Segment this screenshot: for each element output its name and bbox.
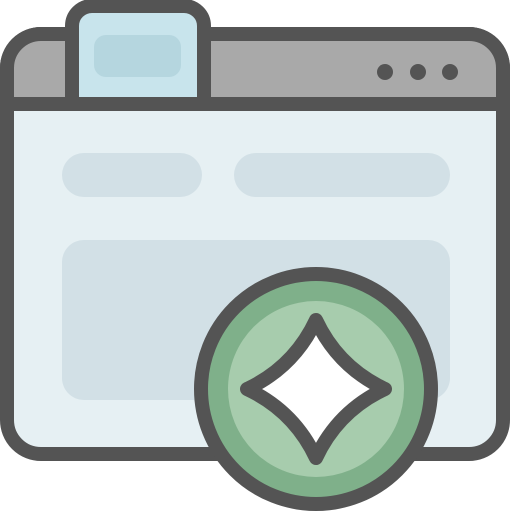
- window-control-dot-icon: [410, 64, 426, 80]
- content-placeholder-bar: [234, 153, 450, 197]
- browser-window-sparkle-icon: [0, 0, 510, 511]
- browser-sparkle-illustration: [0, 0, 512, 512]
- window-control-dot-icon: [442, 64, 458, 80]
- window-control-dot-icon: [377, 64, 393, 80]
- browser-tab-inner: [94, 35, 181, 77]
- sparkle-badge: [194, 267, 438, 511]
- content-placeholder-bar: [62, 153, 202, 197]
